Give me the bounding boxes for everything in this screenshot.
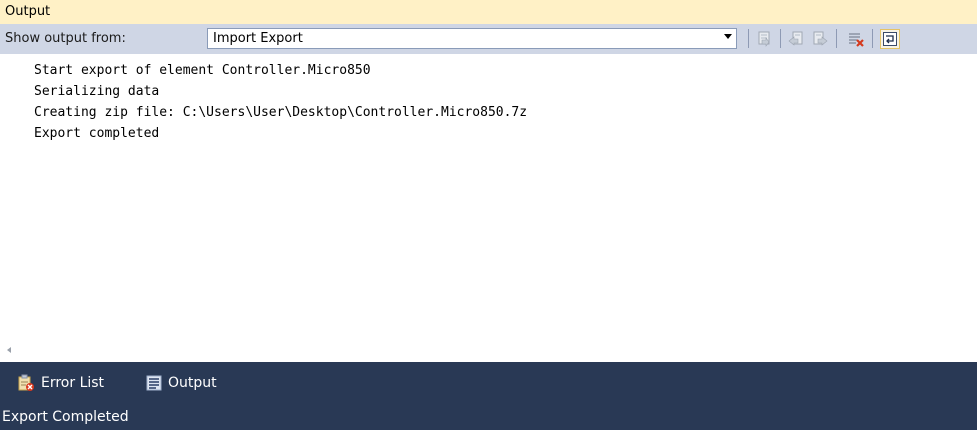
go-to-source-button[interactable] [754,29,774,49]
toolbar-separator [836,29,837,48]
tab-output-label: Output [168,375,217,391]
toolbar-separator [872,29,873,48]
previous-message-icon [788,31,803,46]
output-icon [146,375,162,391]
toolbar-separator [780,29,781,48]
horizontal-scrollbar[interactable] [0,340,977,360]
output-toolbar: Show output from: Import Export [0,24,977,54]
next-message-icon [813,31,828,46]
tab-output[interactable]: Output [146,370,217,396]
next-message-button[interactable] [810,29,830,49]
tab-error-list[interactable]: Error List [17,370,104,396]
output-line: Serializing data [34,84,160,99]
word-wrap-button[interactable] [880,29,900,49]
error-list-icon [17,374,35,392]
bottom-tab-strip: Error List Output [0,362,977,404]
panel-title-label: Output [5,4,51,19]
output-source-value: Import Export [213,31,303,46]
output-text-area[interactable]: Start export of element Controller.Micro… [0,54,977,340]
toolbar-separator [748,29,749,48]
output-line: Creating zip file: C:\Users\User\Desktop… [34,105,528,120]
previous-message-button[interactable] [786,29,806,49]
show-output-from-label: Show output from: [5,31,126,46]
output-source-select[interactable]: Import Export [207,28,737,49]
scroll-left-arrow-icon[interactable] [7,347,11,353]
clear-all-icon [849,33,864,47]
go-to-source-icon [758,31,770,47]
clear-all-button[interactable] [846,29,866,49]
output-line: Export completed [34,126,160,141]
panel-title: Output [0,0,977,24]
status-text: Export Completed [2,409,129,425]
output-line: Start export of element Controller.Micro… [34,63,371,78]
status-bar: Export Completed [0,404,977,430]
chevron-down-icon[interactable] [724,34,732,39]
output-panel: Output Show output from: Import Export S… [0,0,977,362]
tab-error-list-label: Error List [41,375,105,391]
word-wrap-icon [883,32,897,46]
